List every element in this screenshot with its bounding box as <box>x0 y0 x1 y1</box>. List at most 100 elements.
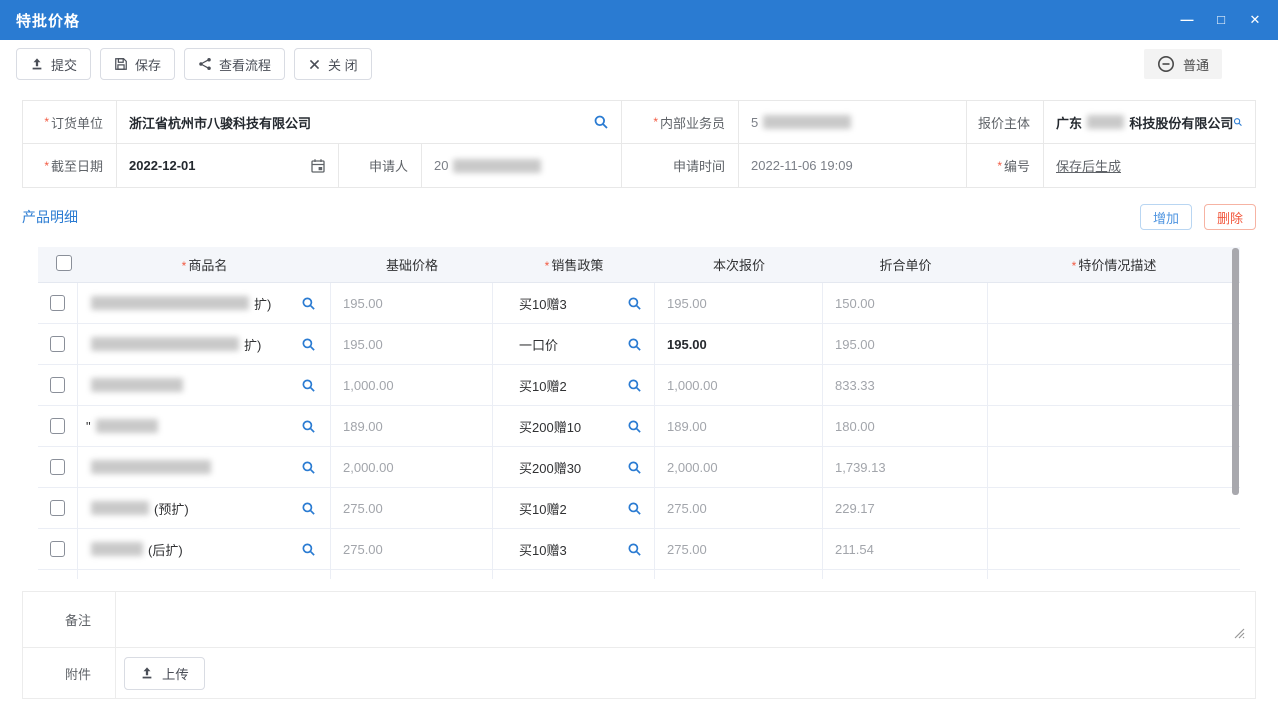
search-icon[interactable] <box>301 460 316 475</box>
base-price-cell: 275.00 <box>331 488 493 528</box>
delete-row-button[interactable]: 删除 <box>1204 204 1256 230</box>
salesman-field[interactable]: 5 <box>738 101 966 143</box>
submit-button[interactable]: 提交 <box>16 48 91 80</box>
product-name-suffix: 扩) <box>244 335 261 354</box>
desc-cell[interactable] <box>988 365 1240 405</box>
base-price-cell: 195.00 <box>331 283 493 323</box>
product-name-cell[interactable]: 扩) <box>78 283 331 323</box>
search-icon[interactable] <box>627 378 642 393</box>
policy-cell[interactable]: 买200赠30 <box>493 447 655 487</box>
desc-cell[interactable] <box>988 447 1240 487</box>
resize-handle-icon[interactable] <box>1232 626 1245 639</box>
search-icon[interactable] <box>627 501 642 516</box>
quote-cell[interactable]: 195.00 <box>655 283 823 323</box>
view-flow-button[interactable]: 查看流程 <box>184 48 285 80</box>
select-all-checkbox[interactable] <box>56 255 72 271</box>
row-checkbox[interactable] <box>50 541 65 557</box>
search-icon[interactable] <box>627 460 642 475</box>
row-checkbox[interactable] <box>50 418 65 434</box>
search-icon[interactable] <box>301 501 316 516</box>
search-icon[interactable] <box>301 542 316 557</box>
product-name-suffix: 扩) <box>254 294 271 313</box>
row-checkbox[interactable] <box>50 500 65 516</box>
desc-cell[interactable] <box>988 324 1240 364</box>
row-checkbox[interactable] <box>50 295 65 311</box>
upload-button[interactable]: 上传 <box>124 657 205 690</box>
header-form: *订货单位 浙江省杭州市八骏科技有限公司 *内部业务员 5 报价主体 广东 科技… <box>22 100 1256 188</box>
quote-cell[interactable]: 2,000.00 <box>655 447 823 487</box>
row-checkbox[interactable] <box>50 459 65 475</box>
quote-subject-field[interactable]: 广东 科技股份有限公司 <box>1043 101 1255 143</box>
desc-cell[interactable] <box>988 283 1240 323</box>
search-icon[interactable] <box>627 542 642 557</box>
order-unit-field[interactable]: 浙江省杭州市八骏科技有限公司 <box>116 101 621 143</box>
search-icon[interactable] <box>627 296 642 311</box>
window-titlebar: 特批价格 — □ ✕ <box>0 0 1278 40</box>
close-icon[interactable]: ✕ <box>1248 12 1262 28</box>
policy-cell[interactable]: 买200赠10 <box>493 406 655 446</box>
product-name-cell[interactable]: 扩) <box>78 324 331 364</box>
add-row-button[interactable]: 增加 <box>1140 204 1192 230</box>
serial-field: 保存后生成 <box>1043 144 1255 187</box>
search-icon[interactable] <box>1233 114 1243 130</box>
policy-cell[interactable]: 买10赠2 <box>493 488 655 528</box>
applicant-field: 20 <box>421 144 621 187</box>
window-controls: — □ ✕ <box>1180 12 1262 28</box>
minimize-icon[interactable]: — <box>1180 12 1194 28</box>
row-checkbox[interactable] <box>50 377 65 393</box>
search-icon[interactable] <box>301 296 316 311</box>
redacted-product-name <box>91 296 249 310</box>
save-button[interactable]: 保存 <box>100 48 175 80</box>
quote-cell[interactable]: 1,000.00 <box>655 365 823 405</box>
table-row: 扩) 195.00 买10赠3 195.00 150.00 <box>38 283 1240 324</box>
search-icon[interactable] <box>593 114 609 130</box>
close-page-label: 关 闭 <box>328 55 358 74</box>
policy-value: 买10赠3 <box>519 540 567 559</box>
product-name-cell[interactable] <box>78 447 331 487</box>
unit-price-cell: 1,739.13 <box>823 447 988 487</box>
policy-cell[interactable]: 一口价 <box>493 324 655 364</box>
calendar-icon[interactable] <box>310 158 326 174</box>
policy-cell[interactable]: 买10赠2 <box>493 365 655 405</box>
table-row: 2,000.00 买200赠30 2,000.00 1,739.13 <box>38 447 1240 488</box>
toolbar: 提交 保存 查看流程 关 闭 普通 <box>0 40 1278 88</box>
policy-cell[interactable]: 买10赠3 <box>493 529 655 569</box>
quote-cell[interactable]: 275.00 <box>655 488 823 528</box>
close-page-button[interactable]: 关 闭 <box>294 48 372 80</box>
search-icon[interactable] <box>301 378 316 393</box>
quote-cell[interactable]: 189.00 <box>655 406 823 446</box>
desc-cell[interactable] <box>988 529 1240 569</box>
table-header: *商品名 基础价格 *销售政策 本次报价 折合单价 *特价情况描述 <box>38 247 1240 283</box>
table-row: (预扩) 275.00 买10赠2 275.00 229.17 <box>38 488 1240 529</box>
salesman-value: 5 <box>751 115 758 130</box>
policy-value: 买10赠2 <box>519 376 567 395</box>
policy-value: 买10赠3 <box>519 294 567 313</box>
deadline-label: *截至日期 <box>23 144 116 187</box>
product-name-cell[interactable]: (预扩) <box>78 488 331 528</box>
product-name-cell[interactable] <box>78 365 331 405</box>
desc-cell[interactable] <box>988 488 1240 528</box>
salesman-label: *内部业务员 <box>621 101 738 143</box>
redacted-product-name <box>91 378 183 392</box>
quote-cell[interactable]: 195.00 <box>655 324 823 364</box>
quote-cell[interactable]: 275.00 <box>655 529 823 569</box>
row-checkbox[interactable] <box>50 336 65 352</box>
desc-cell[interactable] <box>988 406 1240 446</box>
search-icon[interactable] <box>627 419 642 434</box>
priority-badge[interactable]: 普通 <box>1144 49 1222 79</box>
upload-icon <box>140 666 154 680</box>
search-icon[interactable] <box>301 419 316 434</box>
policy-value: 买200赠10 <box>519 417 581 436</box>
deadline-field[interactable]: 2022-12-01 <box>116 144 338 187</box>
search-icon[interactable] <box>627 337 642 352</box>
search-icon[interactable] <box>301 337 316 352</box>
remark-textarea[interactable] <box>116 592 1255 647</box>
product-name-cell[interactable]: " <box>78 406 331 446</box>
col-header-quote: 本次报价 <box>655 255 823 274</box>
product-name-cell[interactable]: (后扩) <box>78 529 331 569</box>
maximize-icon[interactable]: □ <box>1214 12 1228 28</box>
policy-cell[interactable]: 买10赠3 <box>493 283 655 323</box>
deadline-value: 2022-12-01 <box>129 158 196 173</box>
table-scrollbar-thumb[interactable] <box>1232 248 1239 495</box>
redacted-product-name <box>96 419 158 433</box>
